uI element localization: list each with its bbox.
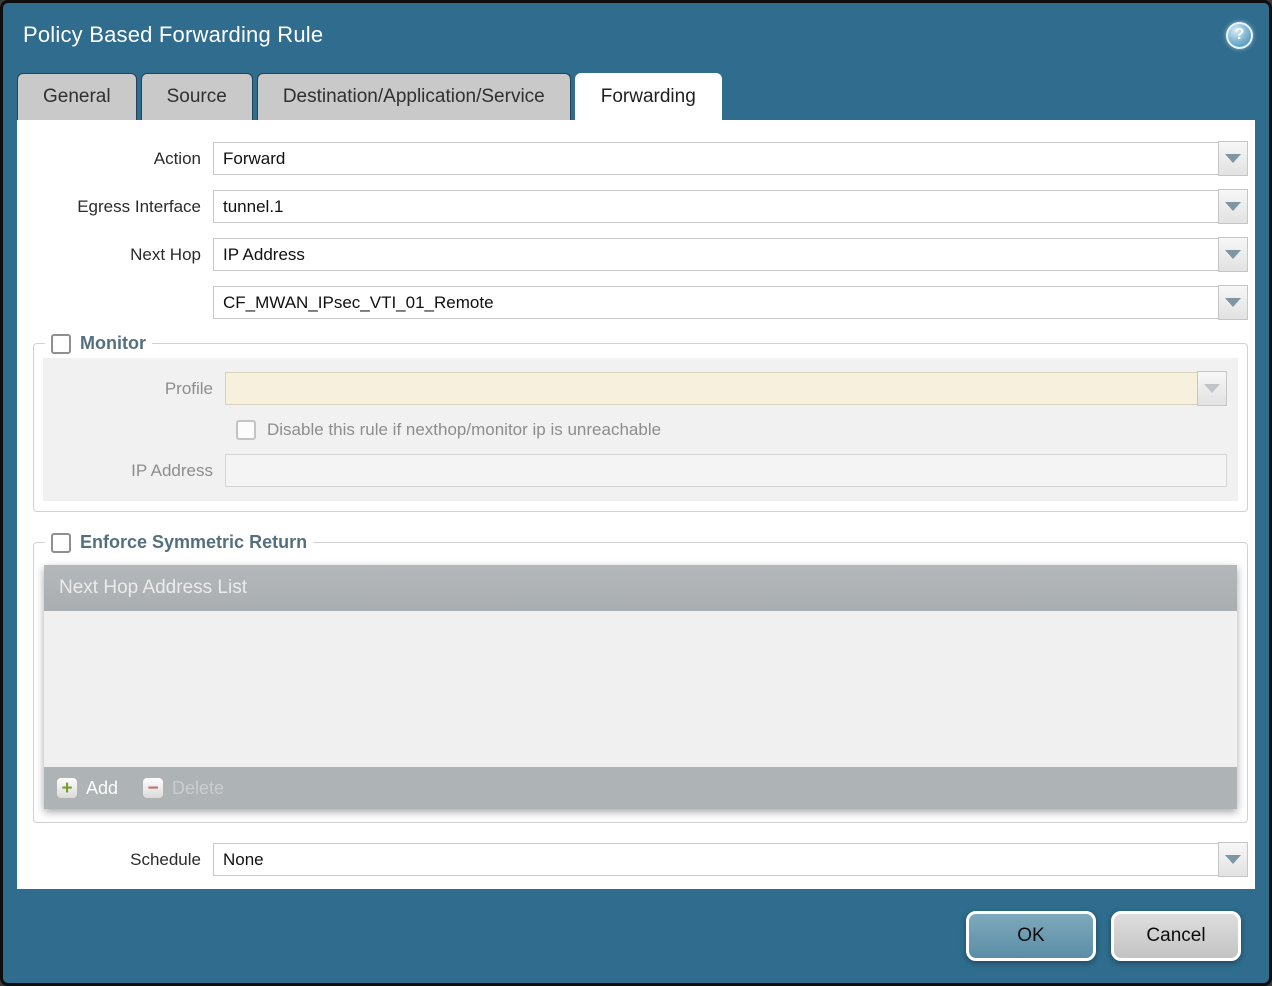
chevron-down-icon	[1225, 202, 1241, 211]
next-hop-address-dropdown-button[interactable]	[1218, 285, 1248, 320]
next-hop-address-row: CF_MWAN_IPsec_VTI_01_Remote	[17, 285, 1248, 320]
help-icon[interactable]: ?	[1226, 22, 1253, 49]
monitor-ip-address-row: IP Address	[43, 454, 1238, 487]
tab-forwarding[interactable]: Forwarding	[575, 73, 722, 120]
tab-destination-application-service[interactable]: Destination/Application/Service	[257, 73, 571, 120]
profile-dropdown-button	[1197, 371, 1227, 406]
monitor-ip-address-input	[225, 454, 1227, 487]
tab-forwarding-label: Forwarding	[601, 86, 696, 108]
dialog-footer: OK Cancel	[966, 911, 1241, 961]
action-label: Action	[17, 149, 213, 169]
egress-interface-select[interactable]: tunnel.1	[213, 190, 1219, 223]
schedule-dropdown-button[interactable]	[1218, 842, 1248, 877]
add-button[interactable]: + Add	[56, 777, 118, 799]
minus-icon: −	[142, 777, 164, 799]
chevron-down-icon	[1225, 154, 1241, 163]
tab-source-label: Source	[167, 86, 227, 108]
enforce-symmetric-return-legend: Enforce Symmetric Return	[45, 532, 313, 553]
enforce-symmetric-return-section: Enforce Symmetric Return Next Hop Addres…	[33, 532, 1248, 823]
monitor-legend: Monitor	[45, 333, 152, 354]
next-hop-type-select[interactable]: IP Address	[213, 238, 1219, 271]
profile-row: Profile	[43, 371, 1238, 406]
add-button-label: Add	[86, 778, 118, 799]
schedule-select[interactable]: None	[213, 843, 1219, 876]
tab-bar: General Source Destination/Application/S…	[3, 73, 1269, 120]
egress-interface-label: Egress Interface	[17, 197, 213, 217]
enforce-symmetric-return-label: Enforce Symmetric Return	[80, 532, 307, 553]
forwarding-tab-panel: Action Forward Egress Interface tunnel.1…	[17, 120, 1255, 889]
pbf-rule-dialog: Policy Based Forwarding Rule ? General S…	[0, 0, 1272, 986]
delete-button: − Delete	[142, 777, 224, 799]
next-hop-dropdown-button[interactable]	[1218, 237, 1248, 272]
next-hop-address-table-body[interactable]	[44, 611, 1237, 767]
disable-rule-label: Disable this rule if nexthop/monitor ip …	[267, 420, 661, 440]
next-hop-address-table: Next Hop Address List + Add − Delete	[44, 565, 1237, 809]
next-hop-address-table-header: Next Hop Address List	[44, 565, 1237, 611]
dialog-title: Policy Based Forwarding Rule	[23, 22, 323, 48]
monitor-legend-label: Monitor	[80, 333, 146, 354]
tab-destination-application-service-label: Destination/Application/Service	[283, 86, 545, 108]
monitor-section: Monitor Profile Disable this rule if nex…	[33, 333, 1248, 512]
next-hop-label: Next Hop	[17, 245, 213, 265]
schedule-label: Schedule	[17, 850, 213, 870]
chevron-down-icon	[1225, 298, 1241, 307]
profile-select	[225, 372, 1198, 405]
action-select[interactable]: Forward	[213, 142, 1219, 175]
next-hop-address-table-toolbar: + Add − Delete	[44, 767, 1237, 809]
schedule-row: Schedule None	[17, 842, 1248, 877]
monitor-checkbox[interactable]	[51, 334, 71, 354]
disable-rule-row: Disable this rule if nexthop/monitor ip …	[225, 420, 1238, 440]
plus-icon: +	[56, 777, 78, 799]
egress-interface-dropdown-button[interactable]	[1218, 189, 1248, 224]
tab-source[interactable]: Source	[141, 73, 253, 120]
action-row: Action Forward	[17, 141, 1248, 176]
monitor-ip-address-label: IP Address	[43, 461, 225, 481]
next-hop-address-list-header-label: Next Hop Address List	[59, 577, 247, 599]
ok-button[interactable]: OK	[966, 911, 1096, 961]
monitor-panel: Profile Disable this rule if nexthop/mon…	[43, 358, 1238, 501]
profile-label: Profile	[43, 379, 225, 399]
enforce-symmetric-return-checkbox[interactable]	[51, 533, 71, 553]
egress-interface-row: Egress Interface tunnel.1	[17, 189, 1248, 224]
disable-rule-checkbox	[236, 420, 256, 440]
delete-button-label: Delete	[172, 778, 224, 799]
tab-general[interactable]: General	[17, 73, 137, 120]
chevron-down-icon	[1225, 250, 1241, 259]
action-dropdown-button[interactable]	[1218, 141, 1248, 176]
cancel-button[interactable]: Cancel	[1111, 911, 1241, 961]
chevron-down-icon	[1225, 855, 1241, 864]
dialog-titlebar: Policy Based Forwarding Rule ?	[3, 3, 1269, 73]
tab-general-label: General	[43, 86, 111, 108]
chevron-down-icon	[1204, 384, 1220, 393]
next-hop-address-select[interactable]: CF_MWAN_IPsec_VTI_01_Remote	[213, 286, 1219, 319]
next-hop-row: Next Hop IP Address	[17, 237, 1248, 272]
